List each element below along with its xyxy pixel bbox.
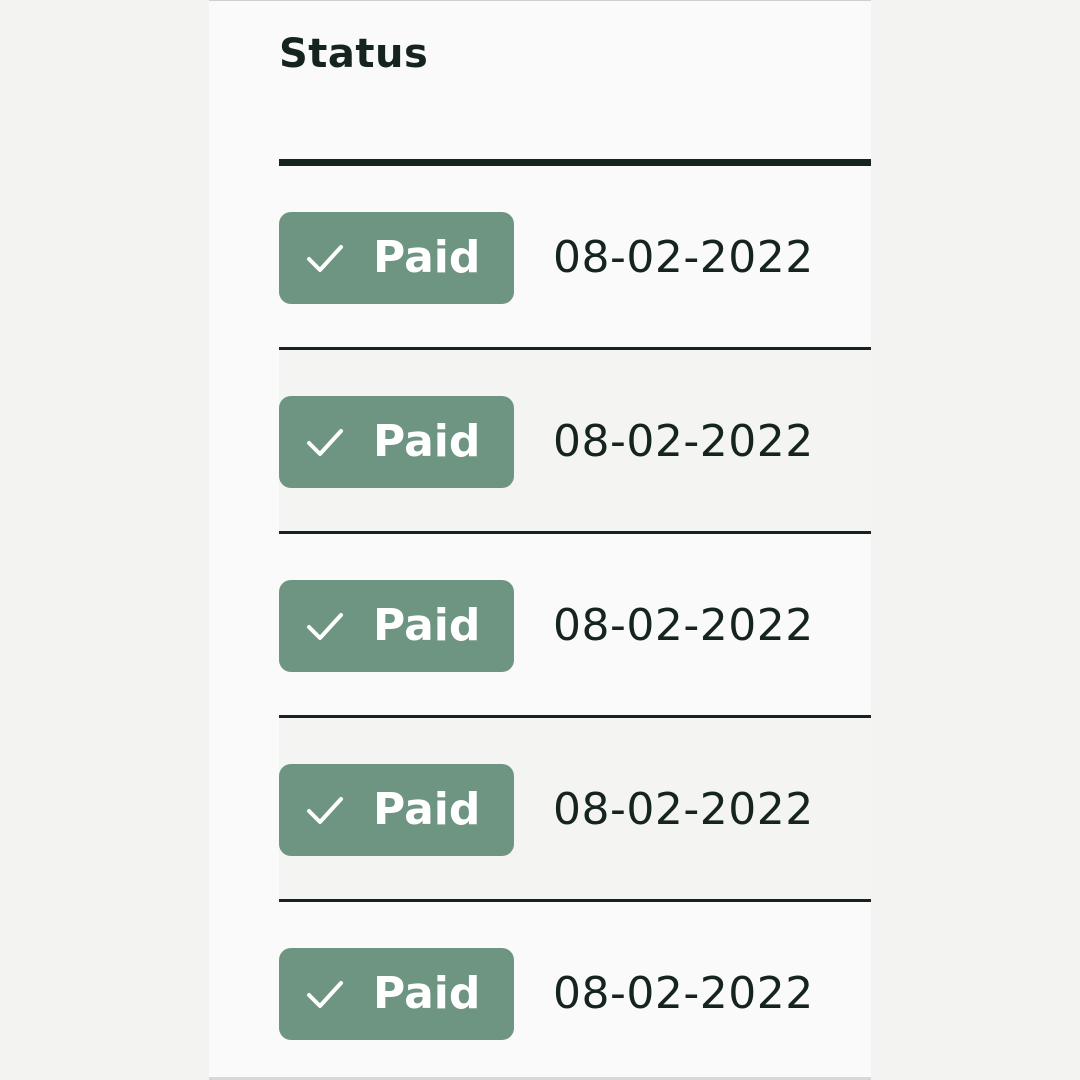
status-badge: Paid — [279, 580, 514, 672]
check-icon — [307, 613, 343, 640]
table-row[interactable]: Paid 08-02-2022 — [279, 902, 871, 1078]
row-date: 08-02-2022 — [553, 784, 814, 835]
status-badge-label: Paid — [373, 968, 481, 1019]
status-badge-label: Paid — [373, 416, 481, 467]
status-badge: Paid — [279, 764, 514, 856]
row-date: 08-02-2022 — [553, 968, 814, 1019]
status-table: Status Paid 08-02-2022 Paid 08-02-2022 P… — [209, 0, 871, 1080]
status-badge-label: Paid — [373, 232, 481, 283]
status-badge-label: Paid — [373, 600, 481, 651]
row-date: 08-02-2022 — [553, 232, 814, 283]
row-date: 08-02-2022 — [553, 600, 814, 651]
status-badge: Paid — [279, 212, 514, 304]
table-row[interactable]: Paid 08-02-2022 — [279, 166, 871, 350]
check-icon — [307, 981, 343, 1008]
status-column-header: Status — [279, 31, 429, 77]
screen: Status Paid 08-02-2022 Paid 08-02-2022 P… — [0, 0, 1080, 1080]
table-row[interactable]: Paid 08-02-2022 — [279, 350, 871, 534]
check-icon — [307, 429, 343, 456]
row-date: 08-02-2022 — [553, 416, 814, 467]
check-icon — [307, 797, 343, 824]
header-divider — [279, 159, 871, 166]
table-row[interactable]: Paid 08-02-2022 — [279, 718, 871, 902]
status-badge: Paid — [279, 396, 514, 488]
status-badge-label: Paid — [373, 784, 481, 835]
check-icon — [307, 245, 343, 272]
table-row[interactable]: Paid 08-02-2022 — [279, 534, 871, 718]
status-badge: Paid — [279, 948, 514, 1040]
